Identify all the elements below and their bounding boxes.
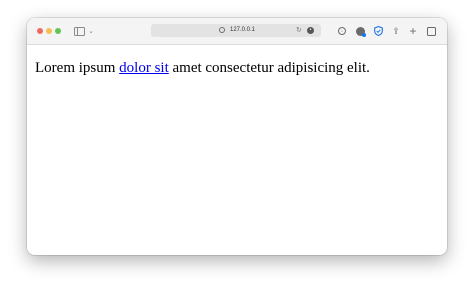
tabs-overview-icon[interactable] — [424, 18, 437, 44]
paragraph-text-after: amet consectetur adipisicing elit. — [168, 60, 370, 76]
page-content: Lorem ipsum dolor sit amet consectetur a… — [27, 45, 447, 255]
chevron-down-icon[interactable]: ⌄ — [87, 18, 95, 44]
close-icon[interactable] — [37, 28, 43, 34]
extension-icon[interactable]: • — [307, 27, 314, 34]
plus-icon[interactable]: + — [407, 18, 419, 44]
browser-toolbar: ⌄ 127.0.0.1 ↻ • ↓ ⇪ + — [27, 18, 447, 45]
minimize-icon[interactable] — [46, 28, 52, 34]
url-bar[interactable]: 127.0.0.1 ↻ • — [151, 24, 321, 37]
sidebar-icon[interactable] — [73, 18, 85, 44]
shield-icon[interactable] — [372, 18, 384, 44]
lorem-paragraph: Lorem ipsum dolor sit amet consectetur a… — [35, 60, 370, 77]
globe-icon — [219, 27, 225, 33]
zoom-icon[interactable] — [55, 28, 61, 34]
browser-window: ⌄ 127.0.0.1 ↻ • ↓ ⇪ + Lorem ipsum dolor … — [27, 18, 447, 255]
share-icon[interactable]: ⇪ — [390, 18, 402, 44]
extension-badge-icon[interactable] — [354, 18, 366, 44]
dolor-sit-link[interactable]: dolor sit — [119, 60, 169, 76]
download-icon[interactable]: ↓ — [337, 18, 347, 44]
url-text[interactable]: 127.0.0.1 — [230, 25, 255, 36]
reload-icon[interactable]: ↻ — [296, 24, 302, 37]
paragraph-text-before: Lorem ipsum — [35, 60, 120, 76]
